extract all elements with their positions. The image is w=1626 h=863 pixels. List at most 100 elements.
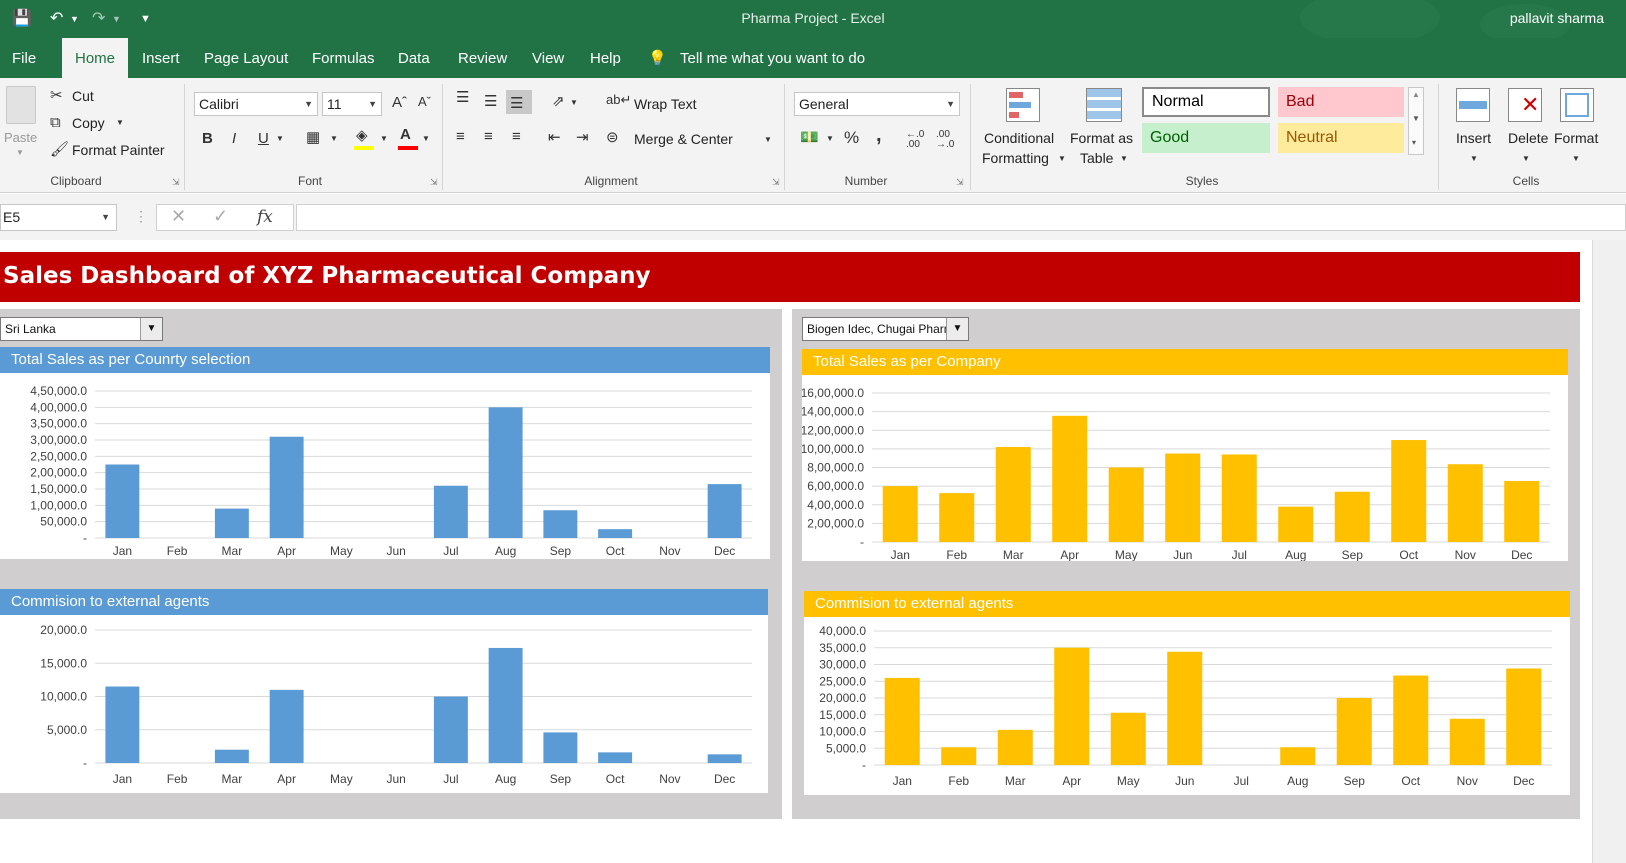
style-good[interactable]: Good — [1142, 123, 1270, 153]
conditional-formatting-line2[interactable]: Formatting — [982, 150, 1049, 166]
paste-button[interactable]: Paste — [4, 130, 37, 145]
x-tick-label: Jan — [113, 772, 132, 786]
number-format-combo[interactable]: General ▼ — [794, 92, 960, 116]
orientation-dropdown-icon[interactable]: ▼ — [570, 98, 578, 107]
merge-dropdown-icon[interactable]: ▼ — [764, 135, 772, 144]
font-family-combo[interactable]: Calibri ▼ — [194, 92, 318, 116]
x-tick-label: Jan — [891, 548, 910, 561]
format-as-table-line2[interactable]: Table — [1080, 150, 1113, 166]
tab-page-layout[interactable]: Page Layout — [192, 38, 300, 78]
increase-indent-icon[interactable]: ⇥ — [576, 128, 589, 146]
gallery-down-icon[interactable]: ▼ — [1412, 114, 1420, 123]
gallery-up-icon[interactable]: ▲ — [1412, 90, 1420, 99]
copy-dropdown-icon[interactable]: ▼ — [116, 118, 124, 127]
company-sales-chart[interactable]: - 2,00,000.0 4,00,000.0 6,00,000.0 8,00,000.… — [802, 375, 1568, 561]
fill-color-icon[interactable]: ◈ — [356, 126, 368, 144]
font-launcher-icon[interactable]: ⇲ — [430, 177, 438, 188]
bold-button[interactable]: B — [202, 130, 213, 147]
country-commission-chart[interactable]: - 5,000.0 10,000.0 15,000.0 20,000.0 Jan Feb Ma… — [0, 615, 768, 793]
wrap-text-button[interactable]: Wrap Text — [634, 96, 697, 112]
cut-button[interactable]: Cut — [72, 88, 94, 104]
font-color-dropdown-icon[interactable]: ▼ — [422, 134, 430, 143]
tab-formulas[interactable]: Formulas — [300, 38, 387, 78]
paste-dropdown-icon[interactable]: ▼ — [16, 148, 24, 157]
clipboard-launcher-icon[interactable]: ⇲ — [172, 177, 180, 188]
worksheet[interactable]: Sales Dashboard of XYZ Pharmaceutical Co… — [0, 240, 1626, 863]
company-select[interactable]: Biogen Idec, Chugai Pharm ▼ — [802, 317, 969, 341]
name-box[interactable]: E5 ▼ — [0, 204, 117, 231]
tab-file[interactable]: File — [0, 38, 48, 78]
y-tick-label: - — [862, 758, 866, 772]
enter-icon[interactable]: ✓ — [213, 206, 228, 227]
insert-function-icon[interactable]: fx — [257, 207, 273, 227]
style-bad[interactable]: Bad — [1278, 87, 1404, 117]
align-top-icon[interactable]: ☰ — [456, 88, 469, 106]
chevron-down-icon[interactable]: ▼ — [140, 318, 162, 340]
fill-dropdown-icon[interactable]: ▼ — [380, 134, 388, 143]
vertical-scrollbar[interactable] — [1592, 240, 1626, 863]
tab-home[interactable]: Home — [62, 38, 128, 78]
tell-me-search[interactable]: Tell me what you want to do — [680, 38, 865, 78]
align-right-icon[interactable]: ≡ — [512, 128, 521, 145]
font-size-combo[interactable]: 11 ▼ — [322, 92, 382, 116]
chevron-down-icon[interactable]: ▼ — [946, 318, 968, 340]
decrease-decimal-icon[interactable]: .00 →.0 — [936, 130, 954, 150]
format-dropdown-icon[interactable]: ▼ — [1572, 154, 1580, 163]
user-name[interactable]: pallavit sharma — [1510, 10, 1604, 26]
gallery-more-icon[interactable]: ▾ — [1412, 138, 1416, 147]
copy-button[interactable]: Copy — [72, 115, 105, 131]
format-cells-button[interactable]: Format — [1554, 130, 1598, 146]
insert-dropdown-icon[interactable]: ▼ — [1470, 154, 1478, 163]
y-tick-label: 2,50,000.0 — [30, 449, 87, 463]
merge-center-button[interactable]: Merge & Center — [634, 131, 733, 147]
number-launcher-icon[interactable]: ⇲ — [956, 177, 964, 188]
borders-icon[interactable]: ▦ — [306, 128, 320, 146]
align-middle-icon[interactable]: ☰ — [484, 92, 497, 110]
cells-group-label: Cells — [1512, 174, 1540, 188]
insert-cells-button[interactable]: Insert — [1456, 130, 1491, 146]
styles-gallery-scroll[interactable]: ▲ ▼ ▾ — [1408, 87, 1424, 155]
format-as-table-dropdown-icon[interactable]: ▼ — [1120, 154, 1128, 163]
y-tick-label: 25,000.0 — [819, 674, 866, 688]
company-commission-chart[interactable]: - 5,000.0 10,000.0 15,000.0 20,000.0 25,000.0… — [804, 617, 1570, 795]
cancel-icon[interactable]: ✕ — [171, 206, 186, 227]
underline-dropdown-icon[interactable]: ▼ — [276, 134, 284, 143]
formula-input[interactable] — [296, 204, 1626, 231]
tab-insert[interactable]: Insert — [130, 38, 192, 78]
style-neutral[interactable]: Neutral — [1278, 123, 1404, 153]
conditional-formatting-dropdown-icon[interactable]: ▼ — [1058, 154, 1066, 163]
tab-help[interactable]: Help — [578, 38, 633, 78]
align-center-icon[interactable]: ≡ — [484, 128, 493, 145]
tab-data[interactable]: Data — [386, 38, 442, 78]
conditional-formatting-line1[interactable]: Conditional — [984, 130, 1054, 146]
italic-button[interactable]: I — [232, 130, 236, 147]
x-tick-label: Dec — [1511, 548, 1532, 561]
delete-cells-button[interactable]: Delete — [1508, 130, 1548, 146]
country-sales-chart[interactable]: - 50,000.0 1,00,000.0 1,50,000.0 2,00,000.0 2… — [0, 373, 770, 559]
paste-icon[interactable] — [6, 86, 36, 124]
bar — [1393, 675, 1429, 765]
x-tick-label: Aug — [1285, 548, 1306, 561]
country-select[interactable]: Sri Lanka ▼ — [0, 317, 163, 341]
alignment-launcher-icon[interactable]: ⇲ — [772, 177, 780, 188]
format-as-table-line1[interactable]: Format as — [1070, 130, 1133, 146]
accounting-format-icon[interactable]: 💵 — [800, 128, 819, 146]
increase-decimal-icon[interactable]: ←.0 .00 — [906, 130, 924, 150]
format-painter-button[interactable]: Format Painter — [72, 142, 165, 158]
delete-dropdown-icon[interactable]: ▼ — [1522, 154, 1530, 163]
orientation-icon[interactable]: ⇗ — [552, 92, 565, 110]
bar — [882, 486, 918, 542]
style-normal[interactable]: Normal — [1142, 87, 1270, 117]
borders-dropdown-icon[interactable]: ▼ — [330, 134, 338, 143]
underline-button[interactable]: U — [258, 130, 269, 147]
increase-font-icon[interactable]: Aˆ — [392, 94, 407, 111]
decrease-indent-icon[interactable]: ⇤ — [548, 128, 561, 146]
tab-view[interactable]: View — [520, 38, 576, 78]
align-left-icon[interactable]: ≡ — [456, 128, 465, 145]
tab-review[interactable]: Review — [446, 38, 519, 78]
decrease-font-icon[interactable]: Aˇ — [418, 94, 431, 109]
accounting-dropdown-icon[interactable]: ▼ — [826, 134, 834, 143]
percent-button[interactable]: % — [844, 128, 859, 148]
comma-button[interactable]: , — [876, 124, 882, 147]
font-color-icon[interactable]: A — [400, 126, 411, 143]
